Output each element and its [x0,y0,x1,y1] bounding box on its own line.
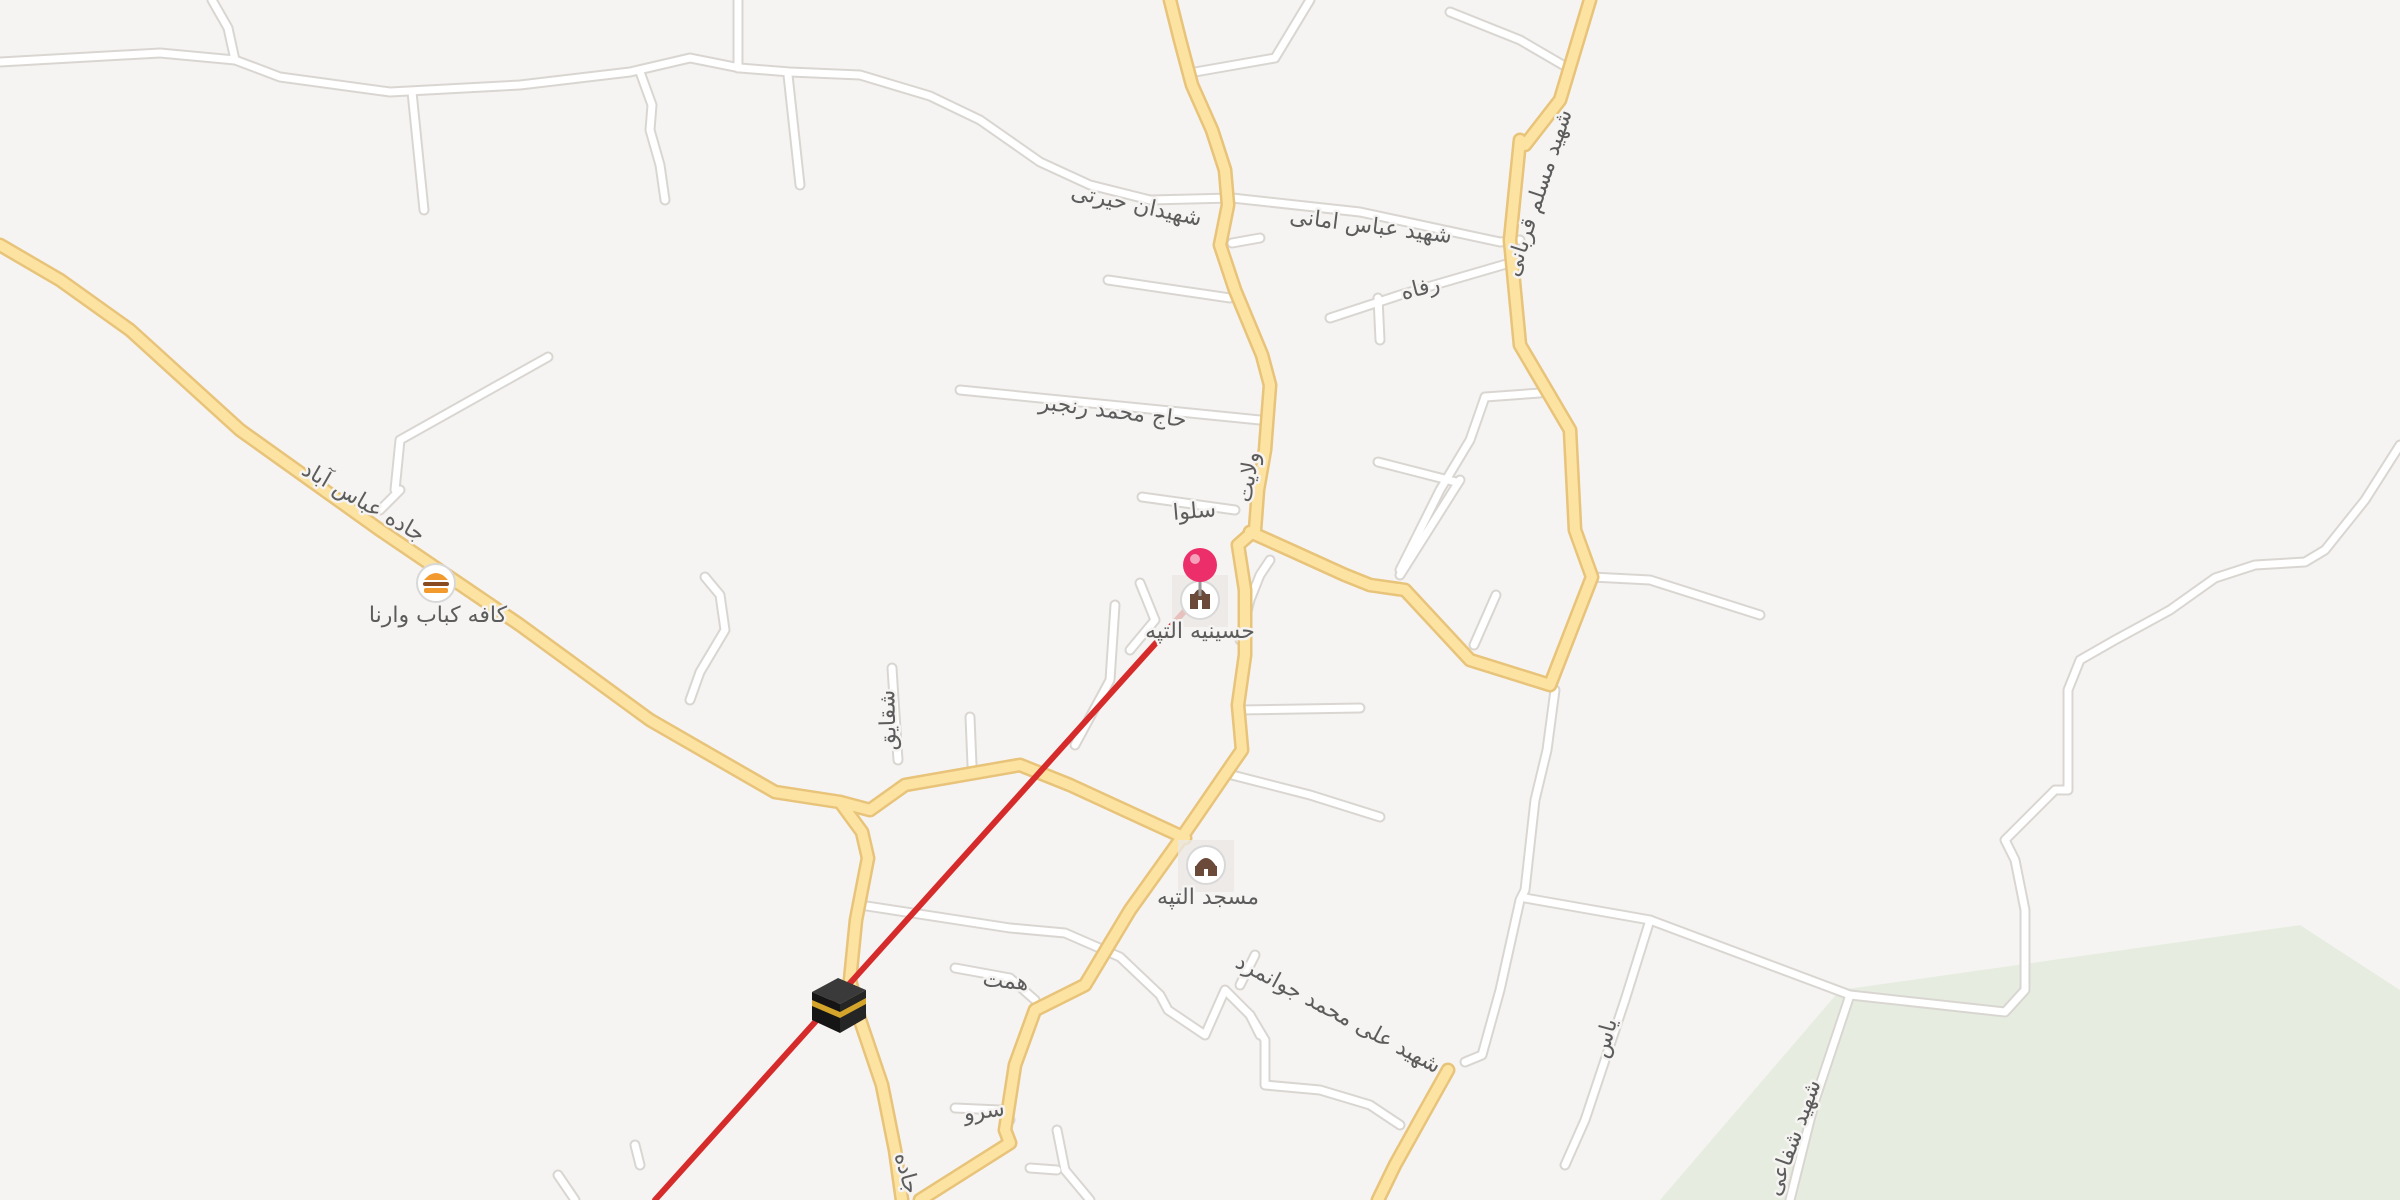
street-label: رفاه [1398,272,1442,306]
street-label: شهیدان حیرتی [1069,180,1204,232]
qibla-line [652,591,1203,1200]
poi-label: حسینیه التپه [1145,619,1255,644]
street-label: یاس [1589,1016,1623,1061]
street-label: سلوا [1172,497,1217,526]
street-label: همت [982,967,1030,996]
street-label: شقایق [875,689,902,751]
burger-icon [416,563,456,603]
street-labels: شهیدان حیرتی شهیدان حیرتی شهید عباس امان… [295,104,1829,1200]
poi-label: مسجد التپه [1157,885,1259,910]
street-label: حاج محمد رنجبر [1037,390,1188,433]
map-layer: شهیدان حیرتی شهیدان حیرتی شهید عباس امان… [0,0,2400,1200]
mosque-icon [1186,845,1226,885]
poi-label: کافه کباب وارنا [369,603,508,628]
street-label: جاده عباس آباد [297,455,430,547]
map-canvas[interactable]: شهیدان حیرتی شهیدان حیرتی شهید عباس امان… [0,0,2400,1200]
